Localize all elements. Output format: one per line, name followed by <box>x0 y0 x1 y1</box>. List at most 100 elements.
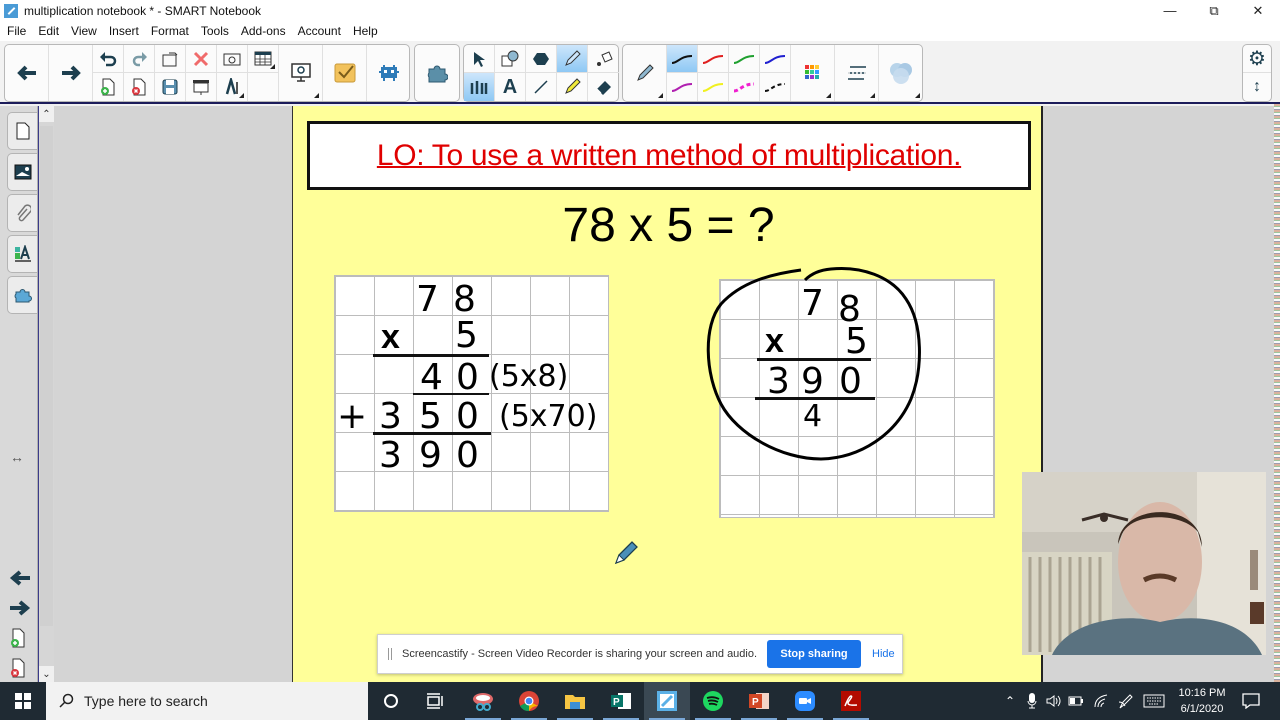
pens-multi-tool[interactable] <box>464 73 495 101</box>
close-button[interactable]: ✕ <box>1236 0 1280 21</box>
pen-tool[interactable] <box>557 45 588 73</box>
cortana-button[interactable] <box>368 682 414 720</box>
webcam-overlay[interactable] <box>1022 472 1266 655</box>
pen-type-button[interactable] <box>623 45 667 101</box>
text-tool[interactable]: A <box>495 73 526 101</box>
drag-handle-icon[interactable] <box>388 648 392 660</box>
pen-color-blue[interactable] <box>760 45 791 73</box>
addons-tab[interactable] <box>7 276 37 314</box>
taskbar-app-powerpoint[interactable]: P <box>736 682 782 720</box>
previous-page-button[interactable] <box>5 45 49 101</box>
effects-button[interactable] <box>879 45 923 101</box>
document-camera-button[interactable] <box>279 45 323 101</box>
pen-color-red[interactable] <box>698 45 729 73</box>
taskbar-app-smart-notebook[interactable] <box>644 682 690 720</box>
plus-sign: + <box>337 396 368 437</box>
properties-tab[interactable] <box>7 235 37 273</box>
select-tool[interactable] <box>464 45 495 73</box>
touch-keyboard-button[interactable] <box>1140 682 1168 720</box>
taskbar-app-spotify[interactable] <box>690 682 736 720</box>
page-rotate-button[interactable] <box>155 45 186 73</box>
next-page-button[interactable] <box>49 45 93 101</box>
hide-button[interactable]: Hide <box>872 648 895 660</box>
taskbar-app-chrome[interactable] <box>506 682 552 720</box>
microphone-button[interactable] <box>1022 682 1042 720</box>
action-center-button[interactable] <box>1236 682 1266 720</box>
screen-shade-button[interactable] <box>186 73 217 101</box>
menu-edit[interactable]: Edit <box>32 24 65 38</box>
menu-view[interactable]: View <box>65 24 103 38</box>
color-stroke-icon <box>702 83 724 92</box>
shapes-tool[interactable] <box>495 45 526 73</box>
delete-button[interactable] <box>186 45 217 73</box>
move-toolbar-button[interactable]: ↕ <box>1243 73 1271 101</box>
settings-button[interactable]: ⚙ <box>1243 45 1271 73</box>
lab-activity-button[interactable] <box>367 45 411 101</box>
clock[interactable]: 10:16 PM 6/1/2020 <box>1174 685 1230 717</box>
wifi-button[interactable] <box>1090 682 1112 720</box>
minimize-button[interactable]: — <box>1148 0 1192 21</box>
pen-color-magenta-dashed[interactable] <box>729 73 760 101</box>
pen-color-yellow[interactable] <box>698 73 729 101</box>
color-palette-button[interactable] <box>791 45 835 101</box>
gallery-tab[interactable] <box>7 153 37 191</box>
learning-objective-box[interactable]: LO: To use a written method of multiplic… <box>307 121 1031 190</box>
response-button[interactable] <box>323 45 367 101</box>
menu-help[interactable]: Help <box>347 24 384 38</box>
highlighter-tool[interactable] <box>557 73 588 101</box>
battery-button[interactable] <box>1066 682 1086 720</box>
wifi-icon <box>1094 694 1108 708</box>
pen-workspace-button[interactable] <box>1114 682 1136 720</box>
screen-capture-icon <box>223 53 241 65</box>
scroll-up-button[interactable]: ⌃ <box>39 106 54 122</box>
measurement-tools-button[interactable] <box>217 73 248 101</box>
add-page-button[interactable] <box>93 73 124 101</box>
taskbar-app-publisher[interactable]: P <box>598 682 644 720</box>
attachments-tab[interactable] <box>7 194 37 232</box>
pen-color-green[interactable] <box>729 45 760 73</box>
line-style-button[interactable] <box>835 45 879 101</box>
resize-horizontal-icon[interactable]: ↔ <box>10 449 24 465</box>
taskbar-search-box[interactable]: Type here to search <box>46 682 368 720</box>
taskbar-app-acrobat[interactable] <box>828 682 874 720</box>
page-sorter-tab[interactable] <box>7 112 37 150</box>
pen-color-black-dashed[interactable] <box>760 73 791 101</box>
show-hidden-icons-button[interactable]: ⌃ <box>1000 682 1020 720</box>
regular-polygon-tool[interactable] <box>526 45 557 73</box>
previous-page-icon[interactable] <box>9 570 31 586</box>
addons-button[interactable] <box>415 45 459 101</box>
menu-addons[interactable]: Add-ons <box>235 24 292 38</box>
notebook-page[interactable]: LO: To use a written method of multiplic… <box>292 106 1043 682</box>
start-button[interactable] <box>0 682 46 720</box>
pen-color-black[interactable] <box>667 45 698 73</box>
task-view-button[interactable] <box>412 682 458 720</box>
taskbar-app-snipping[interactable] <box>460 682 506 720</box>
menu-file[interactable]: File <box>0 24 32 38</box>
menu-account[interactable]: Account <box>292 24 347 38</box>
addons-icon <box>427 65 448 83</box>
redo-button[interactable] <box>124 45 155 73</box>
eraser-tool[interactable] <box>588 73 619 101</box>
delete-page-button[interactable] <box>124 73 155 101</box>
save-button[interactable] <box>155 73 186 101</box>
stop-sharing-button[interactable]: Stop sharing <box>767 640 862 668</box>
undo-button[interactable] <box>93 45 124 73</box>
taskbar-app-zoom[interactable] <box>782 682 828 720</box>
vertical-scrollbar[interactable]: ⌃ ⌄ <box>38 106 54 682</box>
menu-format[interactable]: Format <box>145 24 195 38</box>
taskbar-app-explorer[interactable] <box>552 682 598 720</box>
scrollbar-thumb[interactable] <box>40 126 53 626</box>
fill-tool[interactable] <box>588 45 619 73</box>
scroll-down-button[interactable]: ⌄ <box>39 666 54 682</box>
pen-color-purple[interactable] <box>667 73 698 101</box>
next-page-icon[interactable] <box>9 600 31 616</box>
line-tool[interactable] <box>526 73 557 101</box>
volume-button[interactable] <box>1044 682 1064 720</box>
menu-insert[interactable]: Insert <box>103 24 145 38</box>
delete-page-icon[interactable] <box>10 658 26 678</box>
screen-capture-button[interactable] <box>217 45 248 73</box>
restore-button[interactable]: ⧉ <box>1192 0 1236 21</box>
menu-tools[interactable]: Tools <box>195 24 235 38</box>
table-button[interactable] <box>248 45 279 73</box>
add-page-icon[interactable] <box>10 628 26 648</box>
